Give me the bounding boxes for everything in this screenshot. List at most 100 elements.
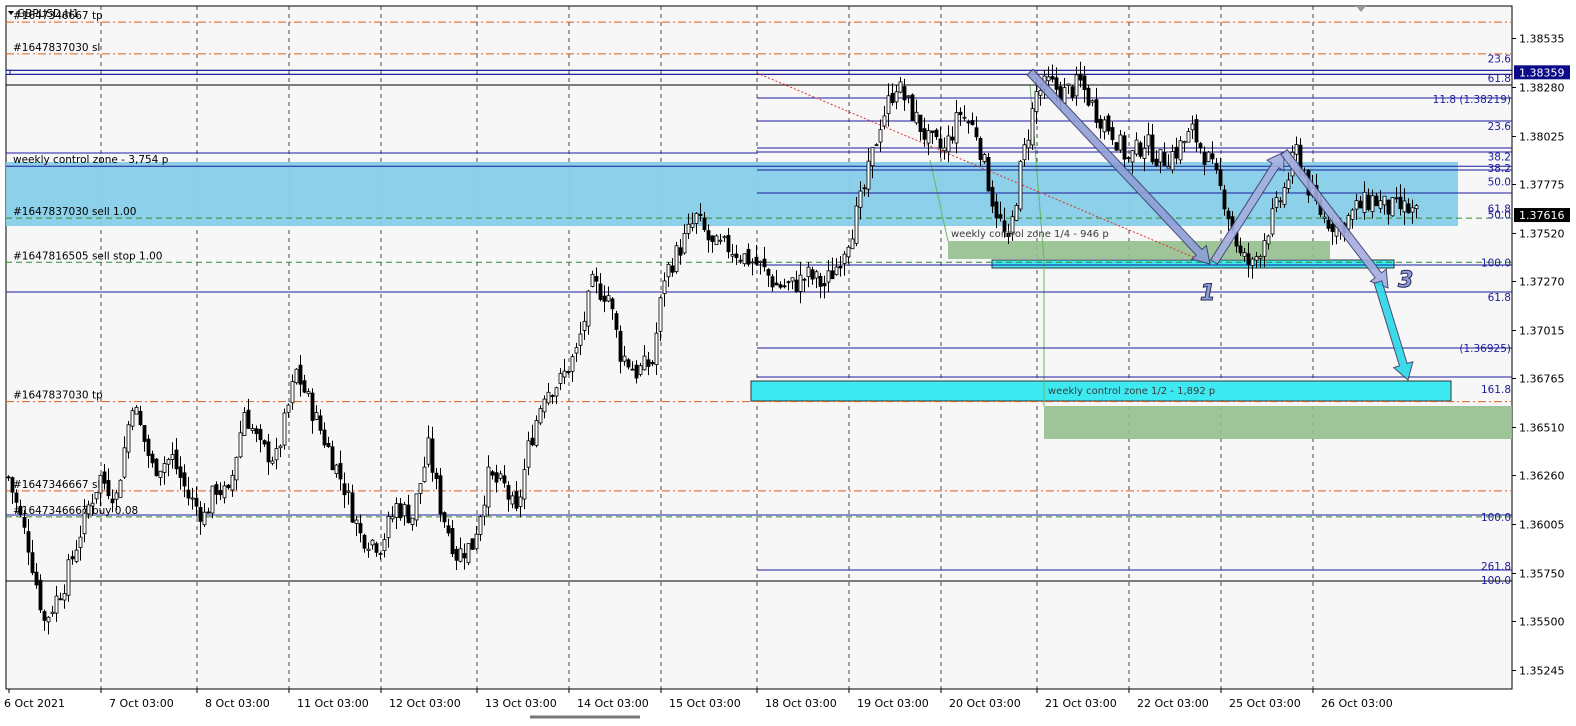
fibonacci-level-label: 38.2 xyxy=(1488,163,1511,175)
candle-body xyxy=(42,611,47,621)
candle-body xyxy=(758,260,763,263)
candle-body xyxy=(714,235,719,246)
candle-body xyxy=(606,295,611,302)
candle-body xyxy=(1406,203,1411,214)
fibonacci-level-label: 100.0 xyxy=(1481,257,1511,269)
candle-body xyxy=(602,295,607,302)
candle-body xyxy=(206,511,211,514)
candle-body xyxy=(862,187,867,190)
candle-body xyxy=(50,611,55,614)
chart-window[interactable]: #1647346667 tp #1647837030 sl weekly contr… xyxy=(0,0,1576,722)
candle-body xyxy=(1218,169,1223,187)
candle-body xyxy=(1110,127,1115,141)
candle-body xyxy=(1270,208,1275,235)
candle-body xyxy=(1354,200,1359,210)
candle-body xyxy=(710,235,715,242)
time-axis-label: 6 Oct 2021 xyxy=(4,697,65,710)
candle-body xyxy=(326,443,331,448)
candle-body xyxy=(558,373,563,384)
candle-body xyxy=(618,330,623,362)
candle-body xyxy=(382,538,387,551)
candle-body xyxy=(1018,160,1023,210)
candle-body xyxy=(1014,205,1019,221)
candle-body xyxy=(338,463,343,480)
candle-body xyxy=(1262,240,1267,257)
quarter-zone-green-box[interactable] xyxy=(948,241,1330,259)
candle-body xyxy=(282,412,287,446)
candle-body xyxy=(1326,219,1331,229)
candle-body xyxy=(1098,118,1103,129)
candle-body xyxy=(118,479,123,498)
time-axis-label: 22 Oct 03:00 xyxy=(1137,697,1209,710)
candle-body xyxy=(878,129,883,143)
candle-body xyxy=(858,190,863,208)
candle-body xyxy=(870,147,875,167)
candle-body xyxy=(802,278,807,281)
candle-body xyxy=(1358,200,1363,209)
candle-body xyxy=(650,362,655,365)
candle-body xyxy=(158,470,163,478)
candle-body xyxy=(994,201,999,219)
candle-body xyxy=(1362,191,1367,213)
candle-body xyxy=(1182,141,1187,144)
object-label-sl2[interactable]: #1647346667 sl xyxy=(13,479,100,491)
candle-body xyxy=(822,282,827,287)
candle-body xyxy=(1330,223,1335,232)
candle-body xyxy=(290,381,295,404)
candle-body xyxy=(1346,215,1351,230)
candle-body xyxy=(718,239,723,242)
candle-body xyxy=(962,116,967,119)
object-label-sl1[interactable]: #1647837030 sl xyxy=(13,42,100,54)
candle-body xyxy=(1286,179,1291,189)
candle-body xyxy=(386,516,391,539)
candle-body xyxy=(1090,100,1095,103)
candle-body xyxy=(638,365,643,375)
object-label-tp2[interactable]: #1647837030 tp xyxy=(13,390,103,402)
candle-body xyxy=(1122,135,1127,160)
candle-body xyxy=(178,466,183,478)
candle-body xyxy=(1038,90,1043,96)
candle-body xyxy=(154,458,159,477)
line-anchor-handle[interactable] xyxy=(5,69,11,75)
object-label-wcz[interactable]: weekly control zone - 3,754 p xyxy=(13,154,169,166)
candle-body xyxy=(114,492,119,500)
candle-body xyxy=(354,519,359,524)
fibonacci-level-label: 61.8 xyxy=(1488,73,1511,85)
candle-body xyxy=(474,533,479,550)
candle-body xyxy=(946,135,951,153)
fibonacci-level-label: 23.6 xyxy=(1488,54,1512,66)
candle-body xyxy=(818,275,823,287)
candle-body xyxy=(610,298,615,310)
candle-body xyxy=(1134,139,1139,155)
candle-body xyxy=(1386,199,1391,215)
candle-body xyxy=(850,238,855,250)
price-axis-label: 1.38535 xyxy=(1519,33,1565,46)
candle-body xyxy=(686,223,691,234)
candle-body xyxy=(1186,131,1191,143)
object-label-sellstop[interactable]: #1647816505 sell stop 1.00 xyxy=(13,250,162,262)
candle-body xyxy=(1074,74,1079,97)
candle-body xyxy=(614,313,619,330)
candle-body xyxy=(790,277,795,282)
candle-body xyxy=(574,347,579,354)
candle-body xyxy=(1278,200,1283,203)
object-label-buy[interactable]: #1647346667 buy 0.08 xyxy=(13,505,138,517)
half-zone-green-box[interactable] xyxy=(1044,406,1512,439)
entry-zone-cyan-box[interactable] xyxy=(991,259,1395,269)
candle-body xyxy=(1350,209,1355,220)
object-label-sell[interactable]: #1647837030 sell 1.00 xyxy=(13,206,136,218)
candle-body xyxy=(1194,119,1199,143)
candle-body xyxy=(1022,144,1027,161)
candle-body xyxy=(866,160,871,190)
candle-body xyxy=(926,130,931,144)
candle-body xyxy=(358,523,363,534)
candle-body xyxy=(146,438,151,456)
candle-body xyxy=(502,475,507,484)
candle-body xyxy=(346,490,351,493)
candle-body xyxy=(1394,197,1399,200)
fibonacci-level-label: 23.6 xyxy=(1488,121,1512,133)
candle-body xyxy=(262,440,267,445)
candle-body xyxy=(366,548,371,551)
candle-body xyxy=(150,453,155,464)
price-chart[interactable]: #1647346667 tp#1647837030 slweekly contr… xyxy=(0,0,1576,722)
